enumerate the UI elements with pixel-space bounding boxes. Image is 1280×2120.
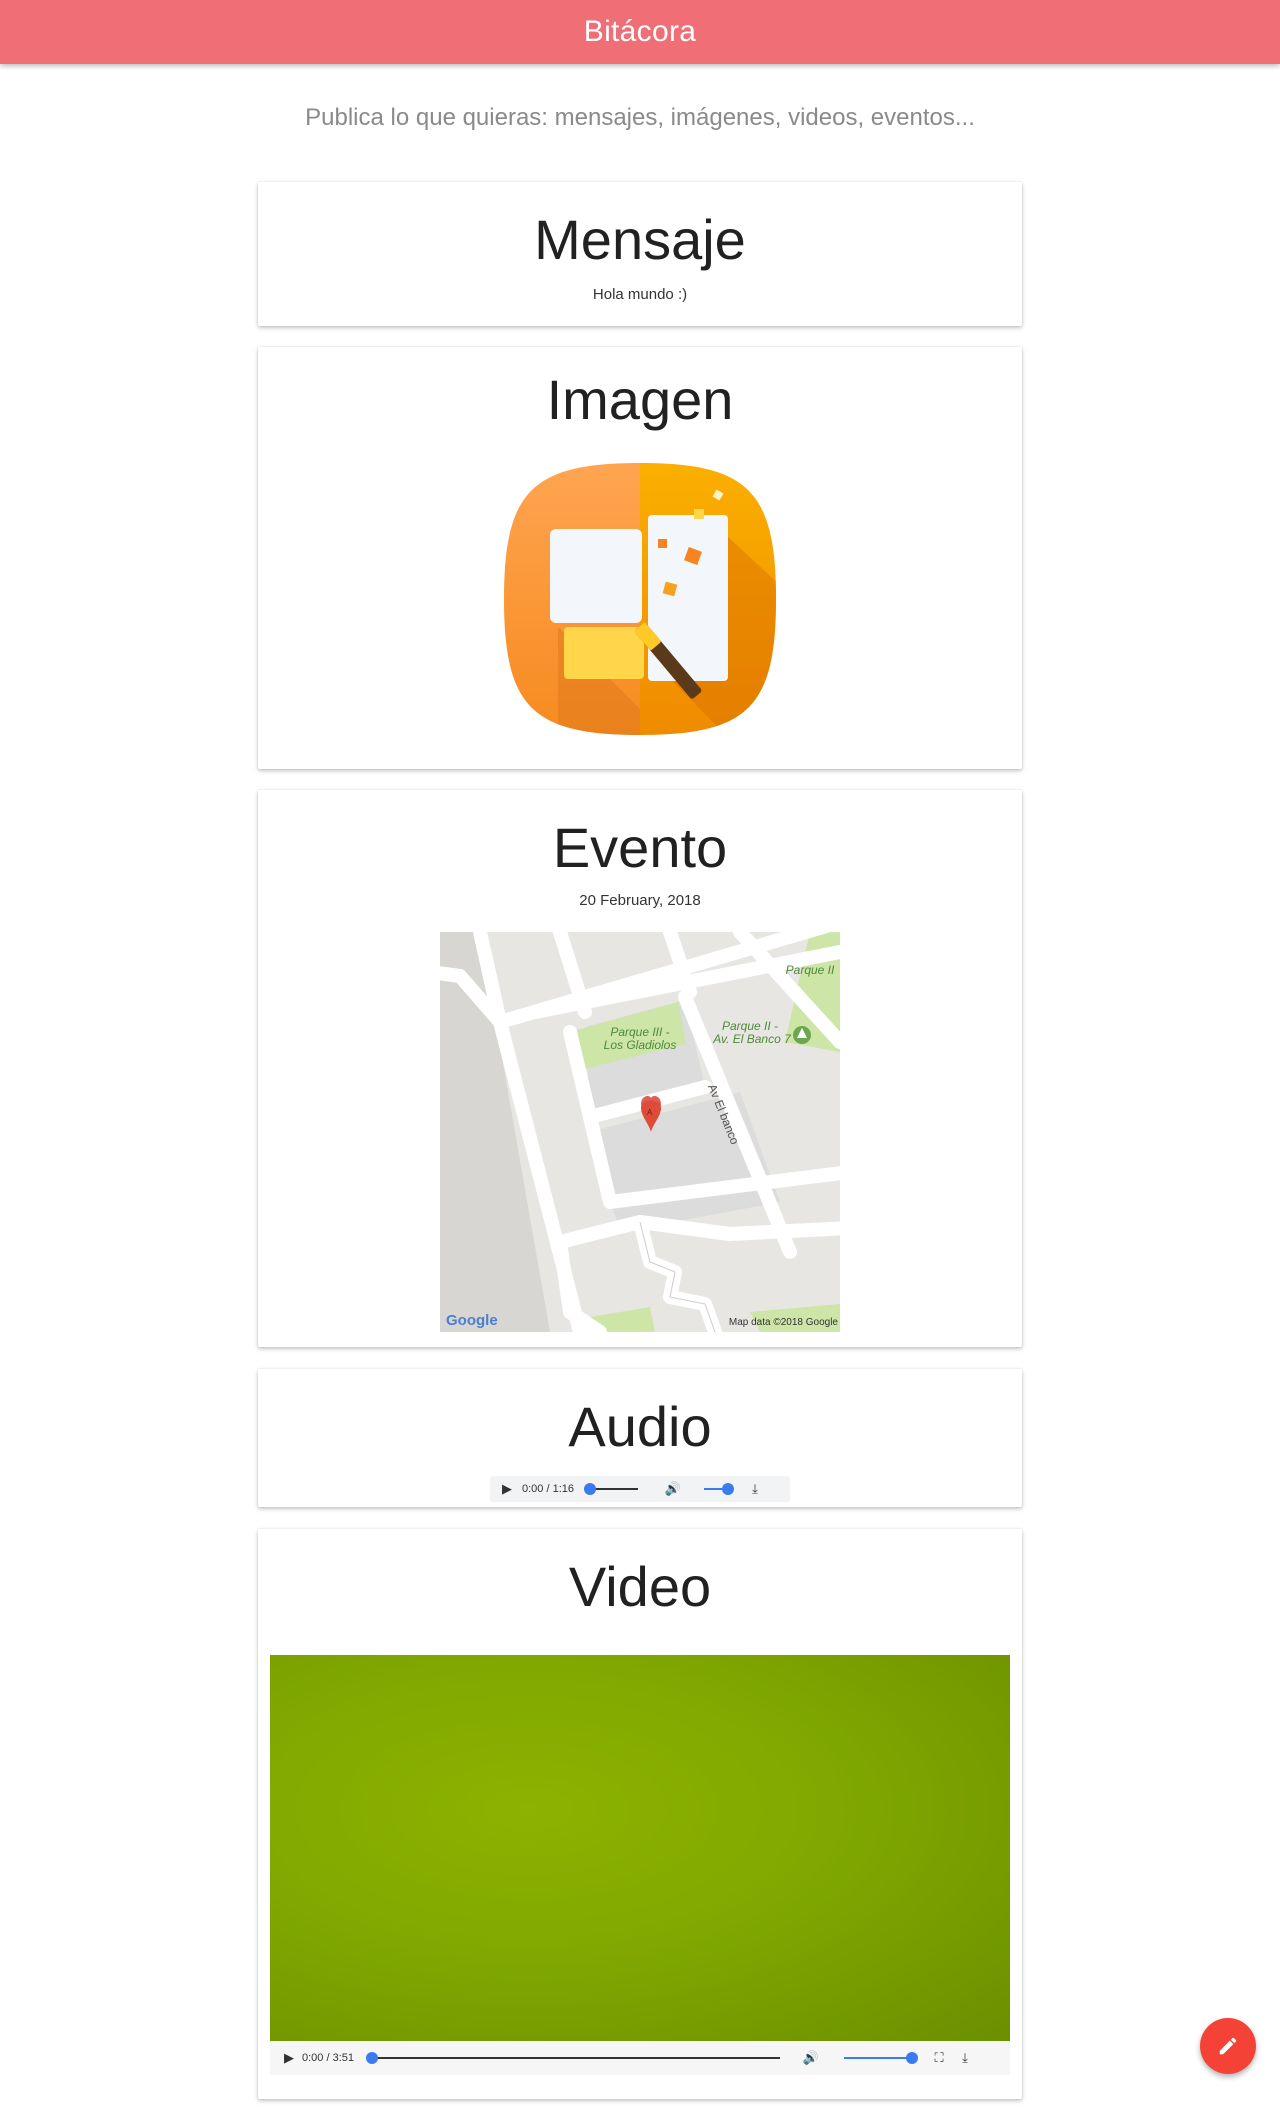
- video-time: 0:00 / 3:51: [302, 2052, 354, 2064]
- google-logo: Google: [446, 1312, 498, 1329]
- audio-progress-thumb[interactable]: [584, 1483, 596, 1495]
- video-card-title: Video: [568, 1555, 712, 1618]
- event-card: Evento 20 February, 2018 A Parque III - …: [258, 790, 1022, 1347]
- event-date: 20 February, 2018: [579, 892, 701, 909]
- video-progress-thumb[interactable]: [366, 2052, 378, 2064]
- intro-text: Publica lo que quieras: mensajes, imágen…: [305, 104, 975, 131]
- audio-progress-slider[interactable]: [584, 1483, 638, 1495]
- audio-card-title: Audio: [568, 1395, 712, 1458]
- map-label-park-b2: Av. El Banco 7: [713, 1032, 791, 1046]
- message-card-text: Hola mundo :): [592, 286, 688, 303]
- video-frame[interactable]: [270, 1655, 1010, 2041]
- audio-volume-slider[interactable]: [704, 1483, 734, 1495]
- compose-fab-button[interactable]: [1200, 2018, 1256, 2074]
- volume-icon[interactable]: 🔊: [802, 2049, 820, 2067]
- map-label-park-a2: Los Gladiolos: [603, 1038, 677, 1052]
- video-volume-slider[interactable]: [844, 2052, 918, 2064]
- video-volume-thumb[interactable]: [906, 2052, 918, 2064]
- pencil-icon: [1219, 2037, 1237, 2055]
- map-label-park-c: Parque II: [785, 963, 835, 977]
- video-progress-slider[interactable]: [366, 2052, 780, 2064]
- map-roads: [440, 932, 840, 1332]
- photo-editor-app-icon[interactable]: [498, 457, 782, 741]
- play-icon[interactable]: ▶: [280, 2049, 298, 2067]
- download-icon[interactable]: ⤓: [956, 2049, 974, 2067]
- play-icon[interactable]: ▶: [498, 1480, 516, 1498]
- event-map[interactable]: A Parque III - Los Gladiolos Parque II -…: [440, 932, 840, 1332]
- fullscreen-icon[interactable]: ⛶: [930, 2049, 948, 2067]
- marker-label: A: [647, 1108, 653, 1117]
- event-card-title: Evento: [552, 816, 728, 879]
- message-card-title: Mensaje: [534, 208, 746, 271]
- volume-icon[interactable]: 🔊: [664, 1480, 682, 1498]
- video-card: Video ▶ 0:00 / 3:51 🔊 ⛶ ⤓: [258, 1529, 1022, 2099]
- image-card: Imagen: [258, 347, 1022, 769]
- audio-player: ▶ 0:00 / 1:16 🔊 ⤓: [490, 1476, 790, 1502]
- video-controls: ▶ 0:00 / 3:51 🔊 ⛶ ⤓: [270, 2041, 1010, 2075]
- image-card-title: Imagen: [546, 368, 734, 431]
- app-title: Bitácora: [583, 15, 697, 48]
- message-card: Mensaje Hola mundo :): [258, 182, 1022, 326]
- audio-time: 0:00 / 1:16: [522, 1483, 574, 1495]
- app-bar: Bitácora: [0, 0, 1280, 64]
- audio-card: Audio ▶ 0:00 / 1:16 🔊 ⤓: [258, 1369, 1022, 1507]
- map-attribution[interactable]: Map data ©2018 Google: [729, 1317, 838, 1328]
- audio-volume-thumb[interactable]: [722, 1483, 734, 1495]
- download-icon[interactable]: ⤓: [746, 1480, 764, 1498]
